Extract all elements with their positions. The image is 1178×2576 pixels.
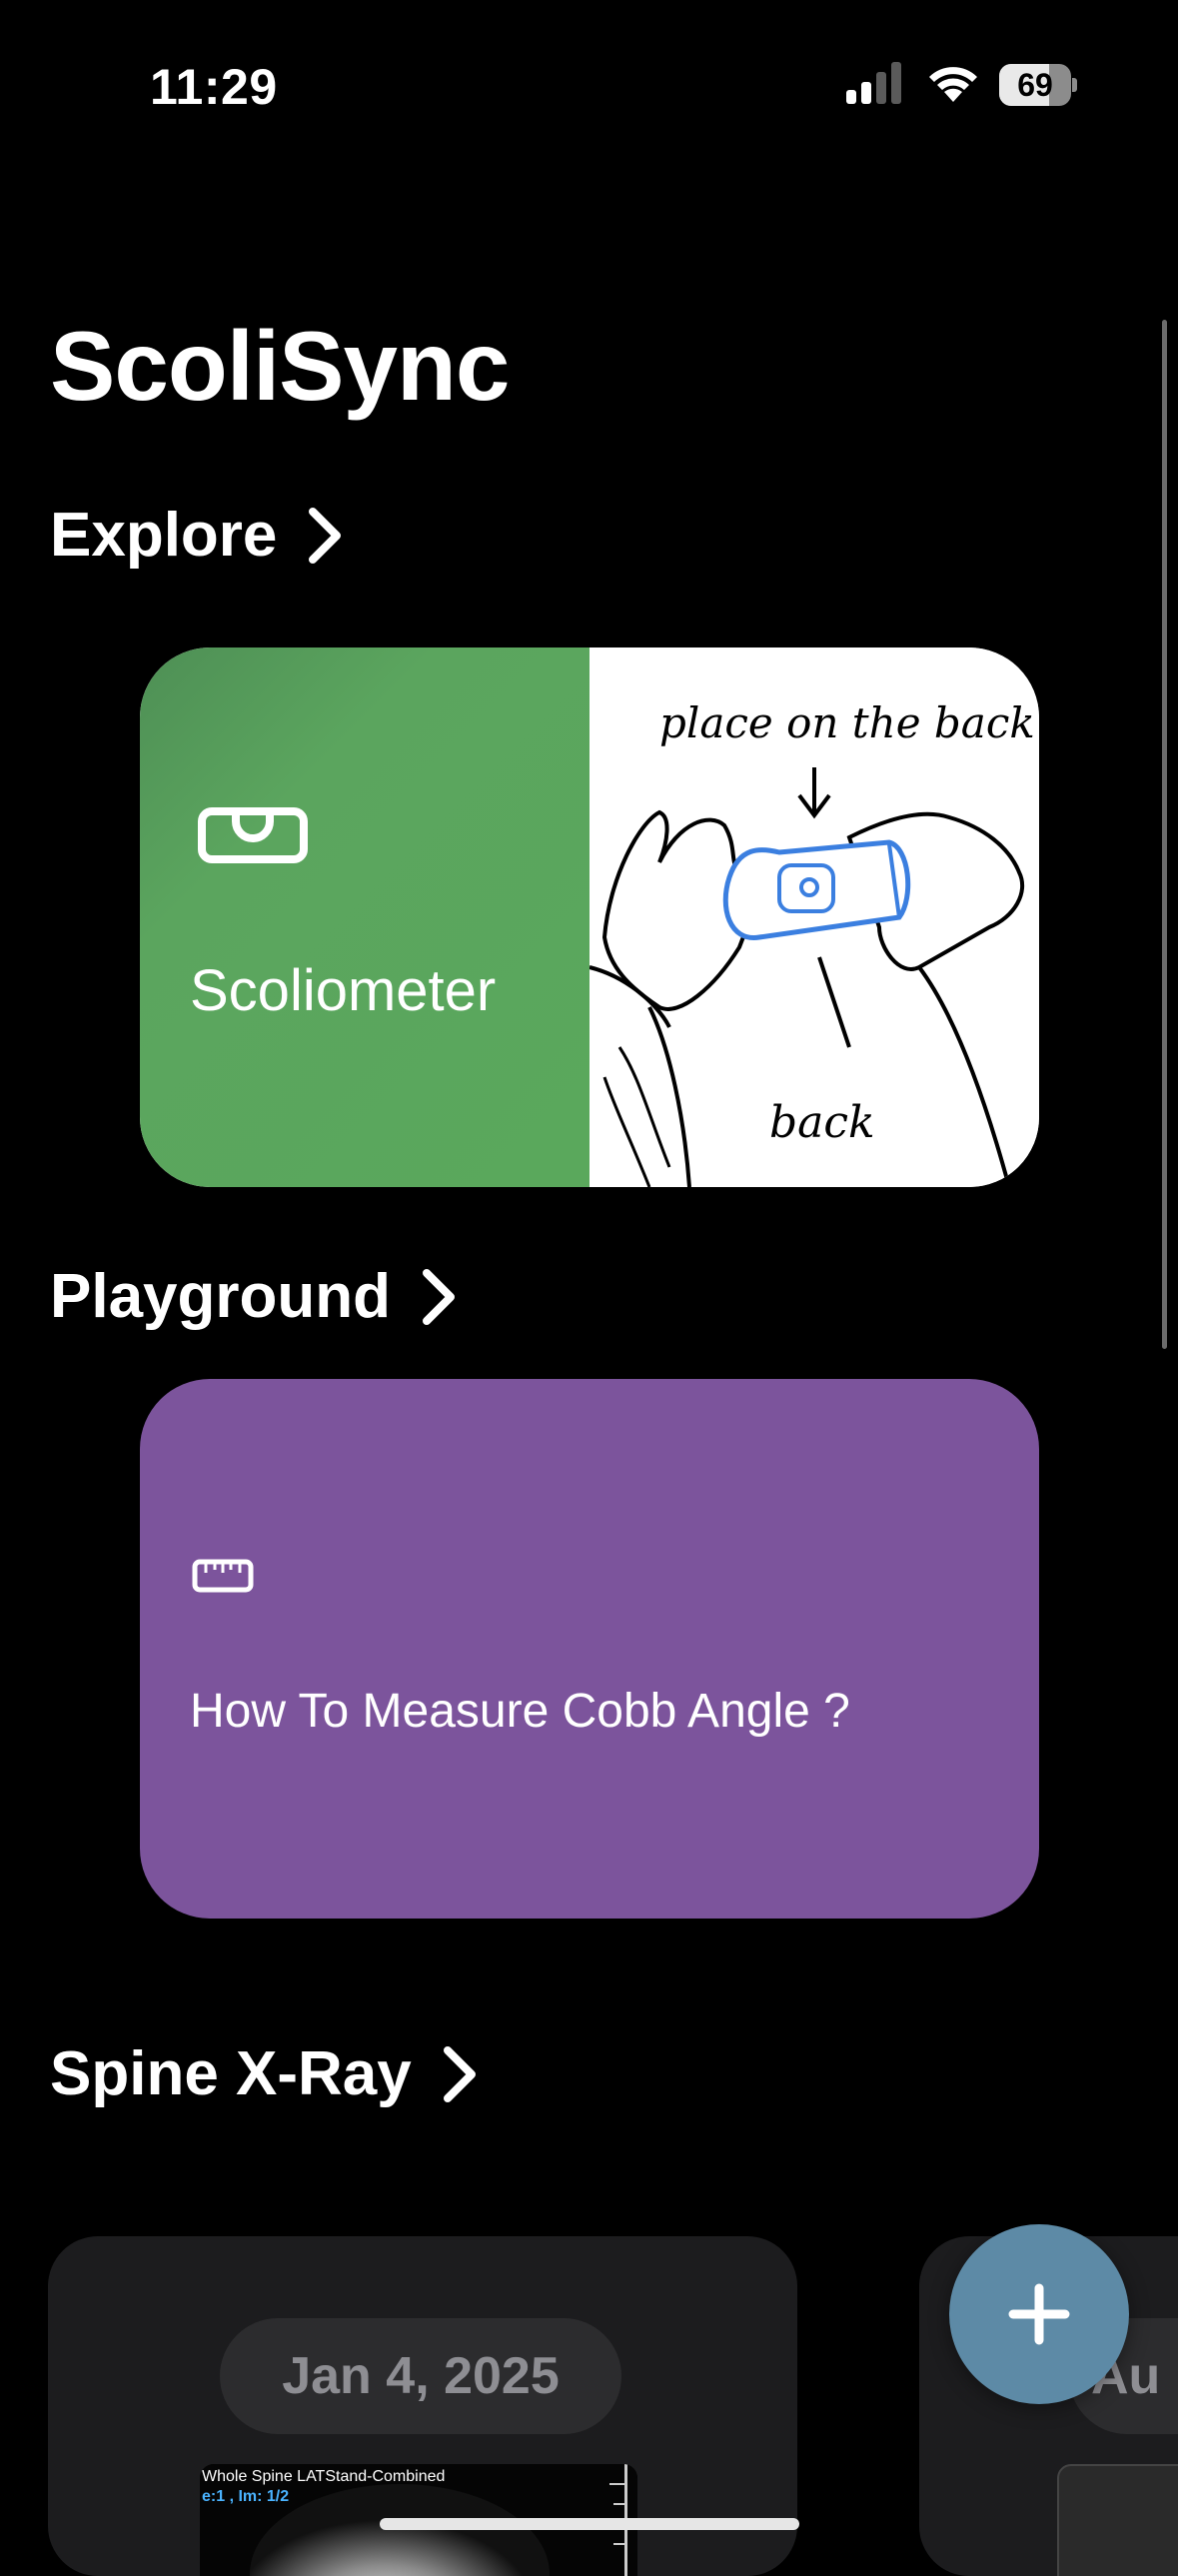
plus-icon [1008, 2283, 1070, 2345]
chevron-right-icon [423, 1268, 456, 1325]
xray-image-index: e:1 , Im: 1/2 [202, 2488, 290, 2505]
illustration-text-bottom: back [769, 1097, 875, 1148]
xray-thumbnail[interactable] [1057, 2464, 1178, 2576]
cellular-signal-icon [846, 62, 901, 104]
level-icon [198, 807, 308, 863]
illustration-text-top: place on the back [659, 698, 1035, 747]
explore-label: Explore [50, 501, 278, 570]
cobb-angle-label: How To Measure Cobb Angle ? [190, 1685, 850, 1738]
battery-level: 69 [1017, 67, 1053, 103]
xray-caption: Whole Spine LATStand-Combined [202, 2468, 446, 2485]
spine-xray-label: Spine X-Ray [50, 2039, 412, 2108]
playground-section-link[interactable]: Playground [50, 1261, 459, 1332]
chevron-right-icon [443, 2045, 476, 2102]
xray-date-badge: Jan 4, 2025 [220, 2318, 621, 2434]
chevron-right-icon [309, 507, 342, 564]
playground-label: Playground [50, 1262, 392, 1331]
scoliometer-card[interactable]: Scoliometer place on the back back [140, 647, 1039, 1187]
spine-xray-section-link[interactable]: Spine X-Ray [50, 2038, 480, 2109]
home-indicator[interactable] [380, 2518, 799, 2530]
cobb-angle-card[interactable]: How To Measure Cobb Angle ? [140, 1379, 1039, 1919]
status-time: 11:29 [150, 59, 278, 115]
ruler-icon [192, 1559, 254, 1593]
explore-section-link[interactable]: Explore [50, 500, 345, 571]
scoliometer-card-panel: Scoliometer [140, 647, 589, 1187]
battery-icon: 69 [999, 64, 1077, 106]
scoliometer-instruction-illustration: place on the back back [589, 647, 1039, 1187]
wifi-icon [929, 67, 977, 102]
add-xray-button[interactable] [949, 2224, 1129, 2404]
page-title: ScoliSync [50, 311, 510, 421]
scoliometer-label: Scoliometer [190, 958, 497, 1023]
scrollbar[interactable] [1162, 320, 1167, 1349]
